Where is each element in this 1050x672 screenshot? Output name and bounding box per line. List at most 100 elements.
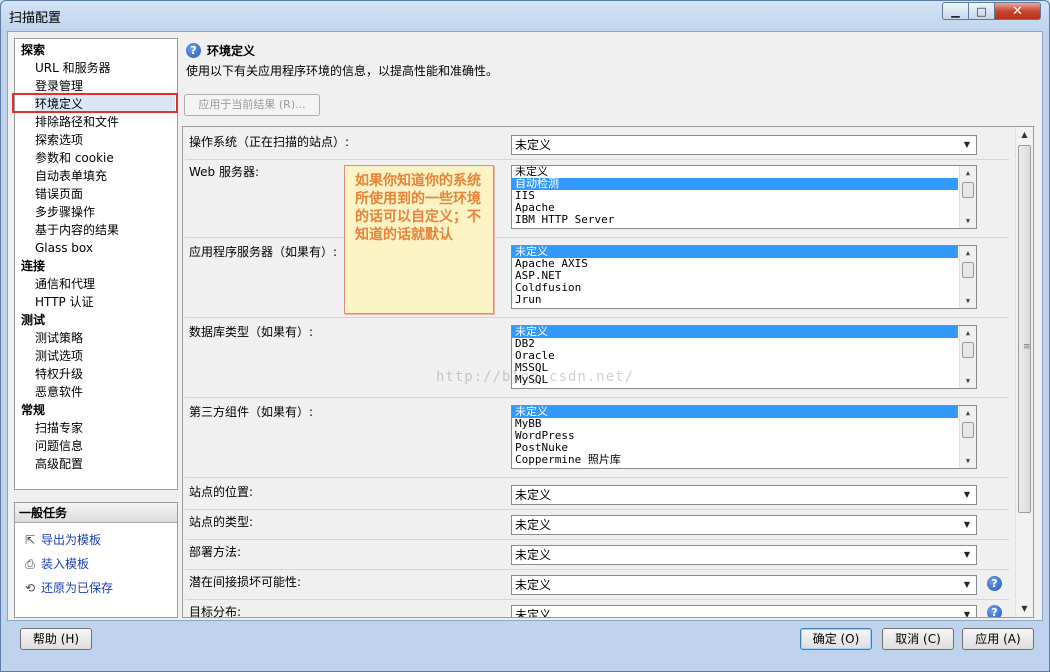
- list-option[interactable]: WordPress: [512, 430, 976, 442]
- sidebar-item[interactable]: 问题信息: [35, 437, 83, 455]
- sidebar-item[interactable]: HTTP 认证: [35, 293, 94, 311]
- collateral-damage-select[interactable]: 未定义 ▼: [511, 575, 977, 595]
- sidebar-item[interactable]: 特权升级: [35, 365, 83, 383]
- scroll-down-icon[interactable]: ▼: [960, 214, 976, 228]
- sidebar-item[interactable]: 参数和 cookie: [35, 149, 114, 167]
- list-option-selected[interactable]: 未定义: [512, 326, 958, 338]
- sidebar-item[interactable]: 登录管理: [35, 77, 83, 95]
- chevron-down-icon: ▼: [963, 490, 971, 499]
- maximize-icon: □: [976, 4, 987, 18]
- os-label: 操作系统（正在扫描的站点）:: [189, 135, 350, 149]
- sidebar-item[interactable]: 错误页面: [35, 185, 83, 203]
- maximize-button[interactable]: □: [969, 2, 995, 20]
- app-server-listbox[interactable]: 未定义 Apache AXIS ASP.NET Coldfusion Jrun …: [511, 245, 977, 309]
- listbox-scrollbar[interactable]: ▲ ▼: [959, 166, 976, 228]
- restore-saved-label: 还原为已保存: [41, 581, 114, 595]
- scroll-thumb[interactable]: [962, 262, 974, 278]
- help-icon[interactable]: ?: [987, 576, 1002, 591]
- scroll-thumb[interactable]: [962, 182, 974, 198]
- sidebar-item[interactable]: 排除路径和文件: [35, 113, 119, 131]
- scroll-down-icon[interactable]: ▼: [1016, 601, 1033, 617]
- ok-button[interactable]: 确定 (O): [800, 628, 872, 650]
- scan-config-window: 扫描配置 ▁ □ ✕ 探索 URL 和服务器 登录管理 环境定义 排除路径和文件 探索选项…: [0, 0, 1050, 672]
- help-button[interactable]: 帮助 (H): [20, 628, 92, 650]
- list-option[interactable]: Coppermine 照片库: [512, 454, 976, 466]
- scroll-down-icon[interactable]: ▼: [960, 294, 976, 308]
- export-template-link[interactable]: ⇱ 导出为模板: [23, 531, 101, 549]
- scroll-up-icon[interactable]: ▲: [960, 166, 976, 180]
- listbox-scrollbar[interactable]: ▲ ▼: [959, 326, 976, 388]
- window-title: 扫描配置: [9, 11, 62, 26]
- sidebar-item[interactable]: 探索选项: [35, 131, 83, 149]
- apply-button[interactable]: 应用 (A): [962, 628, 1034, 650]
- sidebar-item[interactable]: 自动表单填充: [35, 167, 107, 185]
- scroll-up-icon[interactable]: ▲: [960, 406, 976, 420]
- chevron-down-icon: ▼: [963, 550, 971, 559]
- row-divider: [185, 317, 1009, 318]
- web-server-listbox[interactable]: 未定义 自动检测 IIS Apache IBM HTTP Server ▲ ▼: [511, 165, 977, 229]
- listbox-scrollbar[interactable]: ▲ ▼: [959, 246, 976, 308]
- site-location-select[interactable]: 未定义 ▼: [511, 485, 977, 505]
- sidebar-item[interactable]: Glass box: [35, 239, 93, 257]
- list-option[interactable]: Apache AXIS: [512, 258, 976, 270]
- scroll-up-icon[interactable]: ▲: [960, 326, 976, 340]
- deployment-select[interactable]: 未定义 ▼: [511, 545, 977, 565]
- sidebar-item[interactable]: 高级配置: [35, 455, 83, 473]
- sidebar-item[interactable]: 扫描专家: [35, 419, 83, 437]
- scroll-up-icon[interactable]: ▲: [960, 246, 976, 260]
- restore-saved-link[interactable]: ⟲ 还原为已保存: [23, 579, 113, 597]
- list-option-selected[interactable]: 未定义: [512, 406, 958, 418]
- minimize-button[interactable]: ▁: [942, 2, 969, 20]
- list-option-selected[interactable]: 自动检测: [512, 178, 958, 190]
- list-option[interactable]: IBM HTTP Server: [512, 214, 976, 226]
- list-option[interactable]: MyBB: [512, 418, 976, 430]
- sidebar-item[interactable]: 通信和代理: [35, 275, 95, 293]
- sidebar-category[interactable]: 测试: [21, 311, 45, 329]
- list-option[interactable]: IIS: [512, 190, 976, 202]
- sidebar-category[interactable]: 连接: [21, 257, 45, 275]
- sidebar-item[interactable]: 环境定义: [35, 95, 175, 113]
- sidebar-tree: 探索 URL 和服务器 登录管理 环境定义 排除路径和文件 探索选项 参数和 cookie 自…: [14, 38, 178, 490]
- help-icon[interactable]: ?: [987, 605, 1002, 617]
- list-option[interactable]: Coldfusion: [512, 282, 976, 294]
- list-option[interactable]: 未定义: [512, 166, 976, 178]
- sidebar-item[interactable]: URL 和服务器: [35, 59, 111, 77]
- scroll-thumb[interactable]: [962, 422, 974, 438]
- site-type-select[interactable]: 未定义 ▼: [511, 515, 977, 535]
- sidebar-category[interactable]: 探索: [21, 41, 45, 59]
- row-divider: [185, 477, 1009, 478]
- sidebar-item[interactable]: 多步骤操作: [35, 203, 95, 221]
- third-party-listbox[interactable]: 未定义 MyBB WordPress PostNuke Coppermine 照…: [511, 405, 977, 469]
- collateral-damage-value: 未定义: [515, 578, 552, 592]
- site-type-label: 站点的类型:: [189, 515, 254, 529]
- site-location-value: 未定义: [515, 488, 552, 502]
- sidebar-item[interactable]: 恶意软件: [35, 383, 83, 401]
- annotation-note: 如果你知道你的系统所使用到的一些环境的话可以自定义；不知道的话就默认: [344, 165, 494, 314]
- load-template-label: 装入模板: [41, 557, 90, 571]
- row-divider: [185, 159, 1009, 160]
- target-distribution-select[interactable]: 未定义 ▼: [511, 605, 977, 617]
- scroll-thumb[interactable]: ≡: [1018, 145, 1031, 513]
- restore-icon: ⟲: [24, 581, 36, 595]
- scroll-down-icon[interactable]: ▼: [960, 374, 976, 388]
- os-select[interactable]: 未定义 ▼: [511, 135, 977, 155]
- scroll-thumb[interactable]: [962, 342, 974, 358]
- export-icon: ⇱: [24, 533, 36, 547]
- load-template-link[interactable]: ⎙ 装入模板: [23, 555, 89, 573]
- sidebar-item[interactable]: 测试选项: [35, 347, 83, 365]
- sidebar-category[interactable]: 常规: [21, 401, 45, 419]
- list-option[interactable]: Oracle: [512, 350, 976, 362]
- sidebar-item[interactable]: 基于内容的结果: [35, 221, 119, 239]
- scroll-up-icon[interactable]: ▲: [1016, 127, 1033, 143]
- scroll-down-icon[interactable]: ▼: [960, 454, 976, 468]
- close-button[interactable]: ✕: [995, 2, 1041, 20]
- list-option[interactable]: ASP.NET: [512, 270, 976, 282]
- site-type-value: 未定义: [515, 518, 552, 532]
- sidebar-item[interactable]: 测试策略: [35, 329, 83, 347]
- apply-to-current-results-button[interactable]: 应用于当前结果 (R)...: [184, 94, 320, 116]
- list-option[interactable]: Jrun: [512, 294, 976, 306]
- list-option[interactable]: DB2: [512, 338, 976, 350]
- form-scrollbar[interactable]: ▲ ≡ ▼: [1015, 127, 1033, 617]
- listbox-scrollbar[interactable]: ▲ ▼: [959, 406, 976, 468]
- cancel-button[interactable]: 取消 (C): [882, 628, 954, 650]
